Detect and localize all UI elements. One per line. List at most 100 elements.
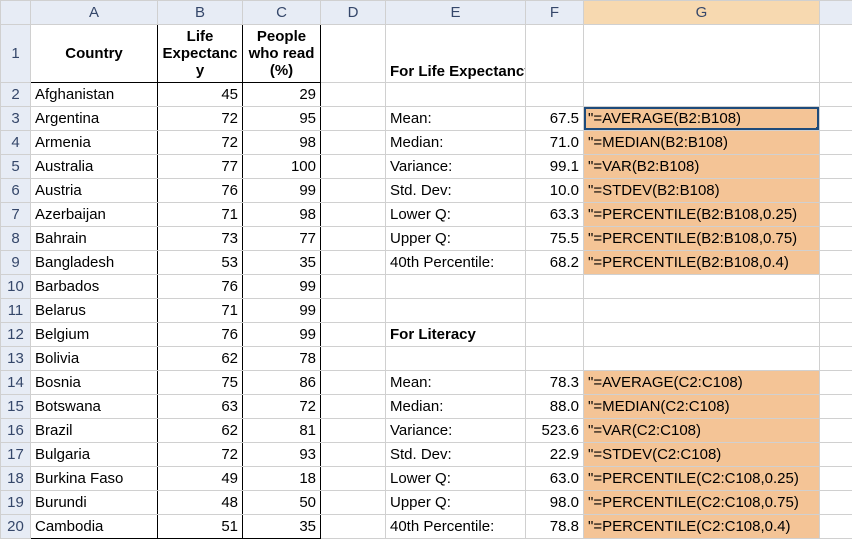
select-all-corner[interactable]	[1, 1, 31, 25]
cell-E15[interactable]: Median:	[386, 395, 526, 419]
cell-D5[interactable]	[321, 155, 386, 179]
row-header-8[interactable]: 8	[1, 227, 31, 251]
cell-F3[interactable]: 67.5	[526, 107, 584, 131]
row-header-12[interactable]: 12	[1, 323, 31, 347]
cell-F18[interactable]: 63.0	[526, 467, 584, 491]
cell-C9[interactable]: 35	[243, 251, 321, 275]
cell-E11[interactable]	[386, 299, 526, 323]
row-header-15[interactable]: 15	[1, 395, 31, 419]
cell-H17[interactable]	[820, 443, 852, 467]
cell-D12[interactable]	[321, 323, 386, 347]
cell-C11[interactable]: 99	[243, 299, 321, 323]
cell-H20[interactable]	[820, 515, 852, 539]
cell-G19[interactable]: "=PERCENTILE(C2:C108,0.75)	[584, 491, 820, 515]
cell-B5[interactable]: 77	[158, 155, 243, 179]
cell-B17[interactable]: 72	[158, 443, 243, 467]
cell-C18[interactable]: 18	[243, 467, 321, 491]
cell-B14[interactable]: 75	[158, 371, 243, 395]
cell-C3[interactable]: 95	[243, 107, 321, 131]
cell-B11[interactable]: 71	[158, 299, 243, 323]
cell-D2[interactable]	[321, 83, 386, 107]
cell-E6[interactable]: Std. Dev:	[386, 179, 526, 203]
cell-F10[interactable]	[526, 275, 584, 299]
cell-F11[interactable]	[526, 299, 584, 323]
cell-D19[interactable]	[321, 491, 386, 515]
cell-F14[interactable]: 78.3	[526, 371, 584, 395]
cell-E8[interactable]: Upper Q:	[386, 227, 526, 251]
cell-B4[interactable]: 72	[158, 131, 243, 155]
cell-G12[interactable]	[584, 323, 820, 347]
col-header-G[interactable]: G	[584, 1, 820, 25]
cell-C17[interactable]: 93	[243, 443, 321, 467]
row-header-18[interactable]: 18	[1, 467, 31, 491]
cell-C2[interactable]: 29	[243, 83, 321, 107]
cell-F20[interactable]: 78.8	[526, 515, 584, 539]
cell-G9[interactable]: "=PERCENTILE(B2:B108,0.4)	[584, 251, 820, 275]
cell-G15[interactable]: "=MEDIAN(C2:C108)	[584, 395, 820, 419]
cell-G20[interactable]: "=PERCENTILE(C2:C108,0.4)	[584, 515, 820, 539]
cell-D13[interactable]	[321, 347, 386, 371]
cell-A2[interactable]: Afghanistan	[31, 83, 158, 107]
cell-G6[interactable]: "=STDEV(B2:B108)	[584, 179, 820, 203]
cell-H4[interactable]	[820, 131, 852, 155]
cell-C16[interactable]: 81	[243, 419, 321, 443]
cell-G10[interactable]	[584, 275, 820, 299]
row-header-19[interactable]: 19	[1, 491, 31, 515]
col-header-D[interactable]: D	[321, 1, 386, 25]
col-header-C[interactable]: C	[243, 1, 321, 25]
row-header-17[interactable]: 17	[1, 443, 31, 467]
cell-F12[interactable]	[526, 323, 584, 347]
cell-D6[interactable]	[321, 179, 386, 203]
cell-C20[interactable]: 35	[243, 515, 321, 539]
cell-A13[interactable]: Bolivia	[31, 347, 158, 371]
cell-F8[interactable]: 75.5	[526, 227, 584, 251]
cell-B18[interactable]: 49	[158, 467, 243, 491]
cell-E17[interactable]: Std. Dev:	[386, 443, 526, 467]
cell-E1[interactable]: For Life Expectancy	[386, 25, 526, 83]
cell-E14[interactable]: Mean:	[386, 371, 526, 395]
cell-B12[interactable]: 76	[158, 323, 243, 347]
cell-E19[interactable]: Upper Q:	[386, 491, 526, 515]
cell-E20[interactable]: 40th Percentile:	[386, 515, 526, 539]
cell-H2[interactable]	[820, 83, 852, 107]
cell-F16[interactable]: 523.6	[526, 419, 584, 443]
cell-H11[interactable]	[820, 299, 852, 323]
cell-E16[interactable]: Variance:	[386, 419, 526, 443]
cell-E12[interactable]: For Literacy	[386, 323, 526, 347]
cell-H6[interactable]	[820, 179, 852, 203]
cell-B6[interactable]: 76	[158, 179, 243, 203]
cell-C19[interactable]: 50	[243, 491, 321, 515]
cell-F13[interactable]	[526, 347, 584, 371]
cell-E2[interactable]	[386, 83, 526, 107]
cell-C7[interactable]: 98	[243, 203, 321, 227]
cell-H3[interactable]	[820, 107, 852, 131]
cell-C5[interactable]: 100	[243, 155, 321, 179]
cell-C13[interactable]: 78	[243, 347, 321, 371]
cell-H8[interactable]	[820, 227, 852, 251]
cell-E3[interactable]: Mean:	[386, 107, 526, 131]
cell-A8[interactable]: Bahrain	[31, 227, 158, 251]
spreadsheet-grid[interactable]: A B C D E F G 1CountryLife Expectanc yPe…	[0, 0, 852, 539]
cell-E10[interactable]	[386, 275, 526, 299]
cell-D9[interactable]	[321, 251, 386, 275]
row-header-13[interactable]: 13	[1, 347, 31, 371]
cell-F15[interactable]: 88.0	[526, 395, 584, 419]
cell-A3[interactable]: Argentina	[31, 107, 158, 131]
cell-G2[interactable]	[584, 83, 820, 107]
cell-G5[interactable]: "=VAR(B2:B108)	[584, 155, 820, 179]
row-header-6[interactable]: 6	[1, 179, 31, 203]
cell-D18[interactable]	[321, 467, 386, 491]
cell-B9[interactable]: 53	[158, 251, 243, 275]
cell-F6[interactable]: 10.0	[526, 179, 584, 203]
cell-A12[interactable]: Belgium	[31, 323, 158, 347]
cell-F19[interactable]: 98.0	[526, 491, 584, 515]
row-header-10[interactable]: 10	[1, 275, 31, 299]
cell-A20[interactable]: Cambodia	[31, 515, 158, 539]
cell-H14[interactable]	[820, 371, 852, 395]
cell-A19[interactable]: Burundi	[31, 491, 158, 515]
col-header-B[interactable]: B	[158, 1, 243, 25]
cell-D3[interactable]	[321, 107, 386, 131]
cell-A9[interactable]: Bangladesh	[31, 251, 158, 275]
col-header-A[interactable]: A	[31, 1, 158, 25]
cell-A10[interactable]: Barbados	[31, 275, 158, 299]
